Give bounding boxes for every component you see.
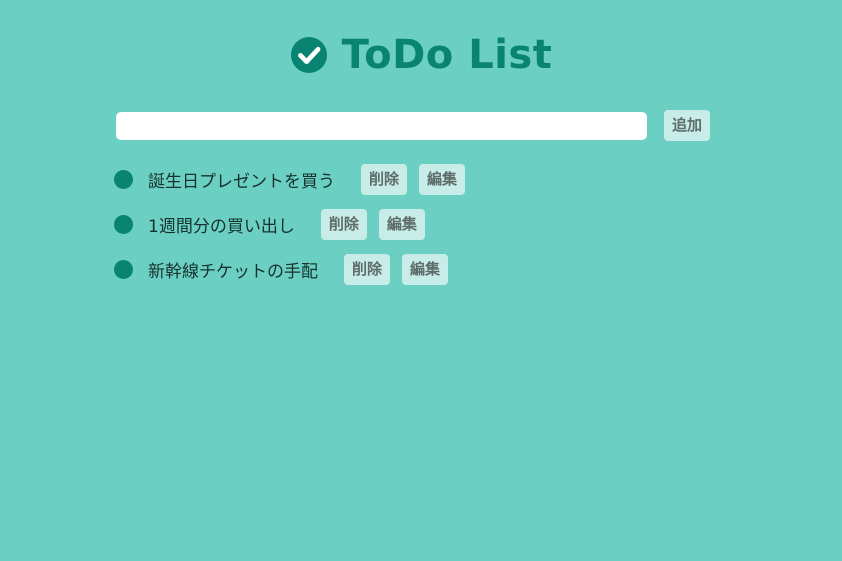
page-title: ToDo List	[341, 32, 553, 78]
bullet-icon	[114, 170, 133, 189]
todo-text: 新幹線チケットの手配	[148, 262, 318, 282]
todo-item: 誕生日プレゼントを買う 削除 編集	[114, 164, 466, 195]
check-circle-icon	[290, 36, 327, 74]
app-header: ToDo List	[0, 30, 842, 80]
todo-input[interactable]	[116, 111, 647, 140]
todo-list: 誕生日プレゼントを買う 削除 編集 1週間分の買い出し 削除 編集 新幹線チケッ…	[114, 164, 466, 299]
bullet-icon	[114, 260, 133, 279]
delete-button[interactable]: 削除	[344, 254, 391, 285]
edit-button[interactable]: 編集	[378, 209, 425, 240]
todo-text: 1週間分の買い出し	[148, 217, 295, 237]
todo-text: 誕生日プレゼントを買う	[148, 172, 335, 192]
edit-button[interactable]: 編集	[402, 254, 449, 285]
edit-button[interactable]: 編集	[419, 164, 466, 195]
add-todo-form: 追加	[116, 110, 711, 141]
delete-button[interactable]: 削除	[320, 209, 367, 240]
delete-button[interactable]: 削除	[361, 164, 408, 195]
todo-item: 1週間分の買い出し 削除 編集	[114, 209, 465, 240]
add-button[interactable]: 追加	[664, 110, 711, 141]
todo-item: 新幹線チケットの手配 削除 編集	[114, 254, 465, 285]
bullet-icon	[114, 215, 133, 234]
